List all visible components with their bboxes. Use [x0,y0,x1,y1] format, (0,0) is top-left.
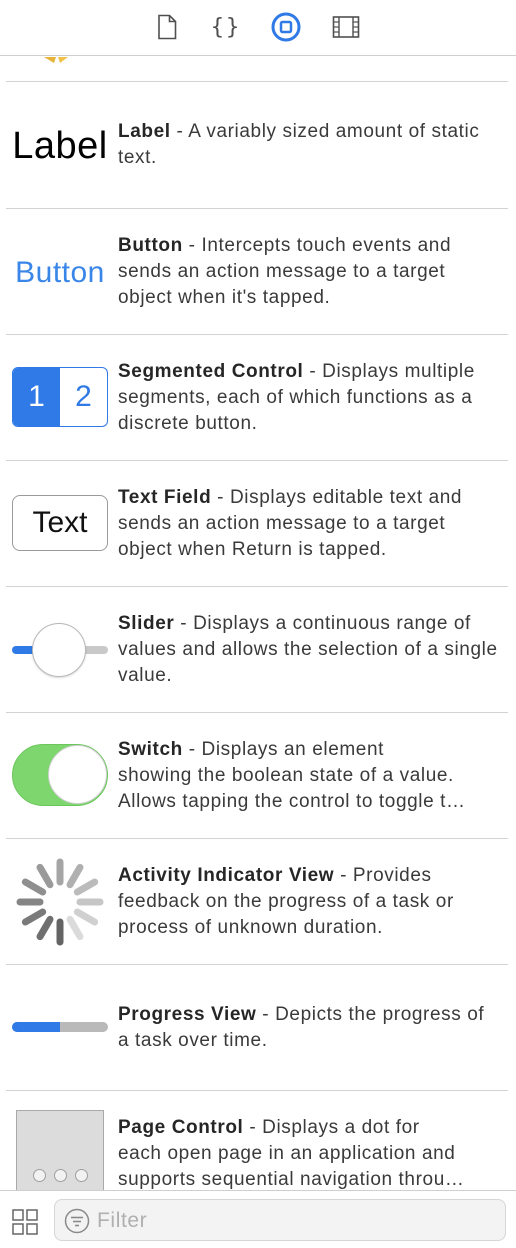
library-filter-bar [0,1190,516,1248]
item-summary-line-3: Allows tapping the control to toggle t… [118,791,466,812]
item-description: Activity Indicator View - Provides feedb… [118,863,498,941]
activity-indicator-thumbnail [10,855,110,949]
page-dot [75,1169,88,1182]
spinner-spoke [66,863,84,889]
item-summary-line-2: showing the boolean state of a value. [118,765,454,786]
item-description: Page Control - Displays a dot for each o… [118,1115,498,1190]
item-summary-line-1: - Displays a dot for [243,1117,420,1138]
page-dot [54,1169,67,1182]
item-title: Button [118,235,183,256]
spinner-spoke [73,878,99,896]
spinner-spoke [36,863,54,889]
item-title: Text Field [118,487,212,508]
segment-2: 2 [75,380,92,413]
grid-view-icon[interactable] [12,1209,38,1235]
switch-thumbnail [12,744,108,806]
item-description: Text Field - Displays editable text and … [118,485,498,563]
item-summary-line-1: - Displays an element [182,739,385,760]
filter-field[interactable] [54,1199,506,1241]
progress-fill [12,1022,60,1032]
item-description: Button - Intercepts touch events and sen… [118,233,498,311]
library-item-text-field[interactable]: Text Text Field - Displays editable text… [0,461,516,587]
library-item-page-control[interactable]: Page Control - Displays a dot for each o… [0,1091,516,1190]
inspector-toolbar: {} [0,0,516,56]
item-title: Label [118,121,171,142]
text-field-thumbnail: Text [12,495,108,551]
item-line-1: Switch - Displays an element [118,737,498,763]
filter-input[interactable] [97,1206,497,1236]
item-summary: - A variably sized amount of static text… [118,121,480,168]
item-title: Progress View [118,1004,257,1025]
item-summary-line-3: supports sequential navigation throu… [118,1169,465,1190]
item-title: Segmented Control [118,361,304,382]
library-item-slider[interactable]: Slider - Displays a continuous range of … [0,587,516,713]
item-title: Page Control [118,1117,244,1138]
item-description: Label - A variably sized amount of stati… [118,119,498,171]
previous-item-icon [44,57,68,63]
item-title: Switch [118,739,183,760]
library-item-segmented-control[interactable]: 1 2 Segmented Control - Displays multipl… [0,335,516,461]
object-library-icon[interactable] [271,12,301,42]
library-item-switch[interactable]: Switch - Displays an element showing the… [0,713,516,839]
spinner-spoke [66,915,84,941]
quick-help-icon[interactable]: {} [211,12,241,42]
item-title: Activity Indicator View [118,865,335,886]
segmented-control-thumbnail: 1 2 [12,367,108,427]
filter-icon[interactable] [64,1208,90,1234]
page-control-thumbnail [16,1110,104,1190]
spinner-spoke [21,878,47,896]
item-line-1: Page Control - Displays a dot for [118,1115,498,1141]
button-thumbnail: Button [10,231,110,315]
item-description: Slider - Displays a continuous range of … [118,611,498,689]
library-item-label[interactable]: Label Label - A variably sized amount of… [0,82,516,208]
item-description: Switch - Displays an element showing the… [118,737,498,815]
page-dot [33,1169,46,1182]
file-inspector-icon[interactable] [152,12,182,42]
activity-spinner-icon [16,858,104,946]
item-title: Slider [118,613,175,634]
item-summary-line-2: each open page in an application and [118,1143,456,1164]
item-description: Segmented Control - Displays multiple se… [118,359,498,437]
object-library-list[interactable]: Label Label - A variably sized amount of… [0,57,516,1190]
spinner-spoke [21,908,47,926]
segment-1: 1 [13,368,60,426]
label-thumbnail-text: Label [12,124,108,167]
item-summary: - Displays a continuous range of values … [118,613,498,686]
spinner-spoke [73,908,99,926]
spinner-spoke [36,915,54,941]
library-item-progress-view[interactable]: Progress View - Depicts the progress of … [0,965,516,1091]
library-item-button[interactable]: Button Button - Intercepts touch events … [0,209,516,335]
item-description: Progress View - Depicts the progress of … [118,1002,498,1054]
switch-knob [48,745,107,804]
media-library-icon[interactable] [331,12,361,42]
slider-thumb [32,623,86,677]
progress-thumbnail [12,1022,108,1032]
button-thumbnail-text: Button [15,256,105,289]
library-item-activity-indicator[interactable]: Activity Indicator View - Provides feedb… [0,839,516,965]
label-thumbnail: Label [10,104,110,188]
